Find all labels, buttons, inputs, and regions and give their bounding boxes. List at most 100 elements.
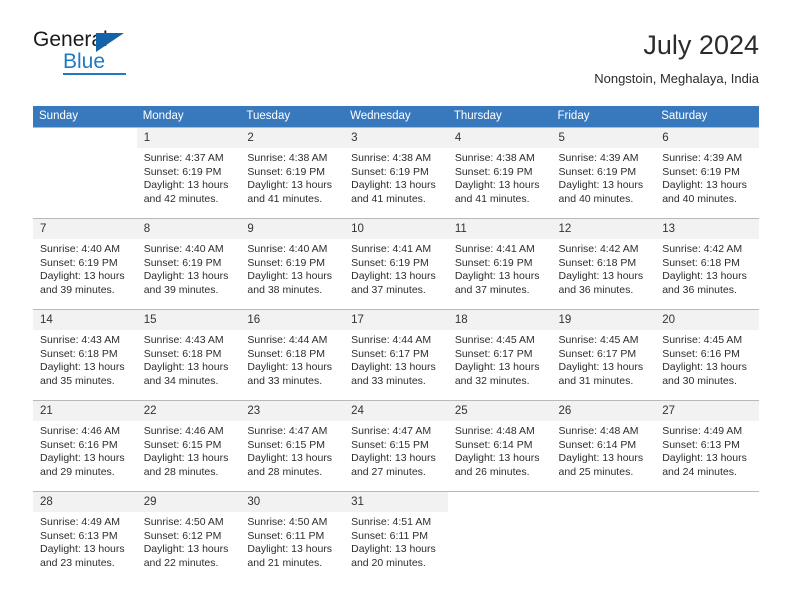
calendar-day-cell[interactable]: 5 Sunrise: 4:39 AM Sunset: 6:19 PM Daylight… <box>551 127 656 219</box>
day-cell-inner: 13 Sunrise: 4:42 AM Sunset: 6:18 PM Dayligh… <box>655 219 759 309</box>
daylight-duration-line1: Daylight: 13 hours <box>247 179 333 192</box>
sunset-time: Sunset: 6:19 PM <box>143 256 222 269</box>
day-number: 28 <box>33 492 137 512</box>
day-sun-info: Sunrise: 4:49 AM Sunset: 6:13 PM Daylight:… <box>655 421 759 479</box>
sunset-time: Sunset: 6:19 PM <box>143 165 222 178</box>
daylight-duration-line1: Daylight: 13 hours <box>40 452 125 465</box>
day-number: 13 <box>655 219 759 239</box>
day-sun-info: Sunrise: 4:41 AM Sunset: 6:19 PM Daylight:… <box>344 239 448 297</box>
day-number: 9 <box>240 219 345 239</box>
day-sun-info: Sunrise: 4:45 AM Sunset: 6:16 PM Daylight:… <box>655 330 759 388</box>
sunrise-time: Sunrise: 4:38 AM <box>247 152 328 164</box>
calendar-day-cell[interactable]: 30 Sunrise: 4:50 AM Sunset: 6:11 PM Dayligh… <box>240 491 345 582</box>
sunrise-time: Sunrise: 4:48 AM <box>558 425 639 437</box>
daylight-duration-line2: and 23 minutes. <box>40 556 115 569</box>
day-sun-info: Sunrise: 4:50 AM Sunset: 6:12 PM Daylight:… <box>137 512 241 570</box>
calendar-day-cell[interactable]: 26 Sunrise: 4:48 AM Sunset: 6:14 PM Dayligh… <box>551 400 656 492</box>
daylight-duration-line1: Daylight: 13 hours <box>662 179 747 192</box>
sunrise-time: Sunrise: 4:39 AM <box>662 152 743 164</box>
day-number: 16 <box>240 310 345 330</box>
sunrise-time: Sunrise: 4:42 AM <box>662 243 743 255</box>
day-cell-inner: 20 Sunrise: 4:45 AM Sunset: 6:16 PM Dayligh… <box>655 310 759 400</box>
weekday-header-wednesday: Wednesday <box>344 106 448 128</box>
calendar-day-cell[interactable]: 29 Sunrise: 4:50 AM Sunset: 6:12 PM Dayligh… <box>136 491 241 582</box>
day-sun-info: Sunrise: 4:48 AM Sunset: 6:14 PM Daylight:… <box>552 421 656 479</box>
calendar-day-cell[interactable]: 18 Sunrise: 4:45 AM Sunset: 6:17 PM Dayligh… <box>447 309 552 401</box>
calendar-day-cell[interactable]: 3 Sunrise: 4:38 AM Sunset: 6:19 PM Daylight… <box>344 127 448 219</box>
day-sun-info: Sunrise: 4:45 AM Sunset: 6:17 PM Daylight:… <box>448 330 552 388</box>
sunset-time: Sunset: 6:11 PM <box>351 529 428 542</box>
day-number: 8 <box>136 219 241 239</box>
daylight-duration-line1: Daylight: 13 hours <box>143 270 229 283</box>
calendar-day-cell[interactable]: 6 Sunrise: 4:39 AM Sunset: 6:19 PM Daylight… <box>655 127 759 219</box>
calendar-day-cell[interactable]: 31 Sunrise: 4:51 AM Sunset: 6:11 PM Dayligh… <box>344 491 448 582</box>
daylight-duration-line1: Daylight: 13 hours <box>351 543 436 556</box>
calendar-day-cell[interactable]: 25 Sunrise: 4:48 AM Sunset: 6:14 PM Dayligh… <box>447 400 552 492</box>
day-sun-info: Sunrise: 4:38 AM Sunset: 6:19 PM Daylight:… <box>344 148 448 206</box>
day-cell-inner <box>447 492 552 582</box>
day-number: 12 <box>551 219 656 239</box>
calendar-day-cell-empty <box>655 491 759 582</box>
day-number <box>33 128 137 148</box>
day-cell-inner: 29 Sunrise: 4:50 AM Sunset: 6:12 PM Dayligh… <box>136 492 241 582</box>
calendar-week-row: 7 Sunrise: 4:40 AM Sunset: 6:19 PM Daylight… <box>33 218 759 310</box>
weekday-header-monday: Monday <box>136 106 241 128</box>
daylight-duration-line1: Daylight: 13 hours <box>143 452 229 465</box>
calendar-day-cell[interactable]: 4 Sunrise: 4:38 AM Sunset: 6:19 PM Daylight… <box>447 127 552 219</box>
calendar-week-row: 28 Sunrise: 4:49 AM Sunset: 6:13 PM Dayligh… <box>33 491 759 582</box>
calendar-day-cell[interactable]: 14 Sunrise: 4:43 AM Sunset: 6:18 PM Dayligh… <box>33 309 137 401</box>
calendar-day-cell[interactable]: 2 Sunrise: 4:38 AM Sunset: 6:19 PM Daylight… <box>240 127 345 219</box>
sunrise-time: Sunrise: 4:45 AM <box>454 334 535 346</box>
daylight-duration-line1: Daylight: 13 hours <box>454 361 540 374</box>
daylight-duration-line2: and 38 minutes. <box>247 283 323 296</box>
day-sun-info: Sunrise: 4:40 AM Sunset: 6:19 PM Daylight:… <box>33 239 137 297</box>
calendar-day-cell[interactable]: 24 Sunrise: 4:47 AM Sunset: 6:15 PM Dayligh… <box>344 400 448 492</box>
calendar-day-cell[interactable]: 8 Sunrise: 4:40 AM Sunset: 6:19 PM Daylight… <box>136 218 241 310</box>
calendar-week-row: 14 Sunrise: 4:43 AM Sunset: 6:18 PM Dayligh… <box>33 309 759 401</box>
day-sun-info: Sunrise: 4:43 AM Sunset: 6:18 PM Daylight:… <box>33 330 137 388</box>
calendar-day-cell[interactable]: 9 Sunrise: 4:40 AM Sunset: 6:19 PM Daylight… <box>240 218 345 310</box>
day-cell-inner: 18 Sunrise: 4:45 AM Sunset: 6:17 PM Dayligh… <box>447 310 552 400</box>
calendar-day-cell[interactable]: 1 Sunrise: 4:37 AM Sunset: 6:19 PM Daylight… <box>136 127 241 219</box>
sunrise-time: Sunrise: 4:44 AM <box>351 334 432 346</box>
sunset-time: Sunset: 6:18 PM <box>662 256 740 269</box>
weekday-header-thursday: Thursday <box>447 106 552 128</box>
calendar-day-cell[interactable]: 17 Sunrise: 4:44 AM Sunset: 6:17 PM Dayligh… <box>344 309 448 401</box>
calendar-day-cell[interactable]: 16 Sunrise: 4:44 AM Sunset: 6:18 PM Dayligh… <box>240 309 345 401</box>
calendar-day-cell[interactable]: 15 Sunrise: 4:43 AM Sunset: 6:18 PM Dayligh… <box>136 309 241 401</box>
day-sun-info: Sunrise: 4:50 AM Sunset: 6:11 PM Daylight:… <box>240 512 344 570</box>
calendar-day-cell-empty <box>551 491 656 582</box>
calendar-day-cell[interactable]: 11 Sunrise: 4:41 AM Sunset: 6:19 PM Dayligh… <box>447 218 552 310</box>
calendar-day-cell[interactable]: 28 Sunrise: 4:49 AM Sunset: 6:13 PM Dayligh… <box>33 491 137 582</box>
day-sun-info: Sunrise: 4:51 AM Sunset: 6:11 PM Daylight:… <box>344 512 448 570</box>
day-number: 31 <box>344 492 448 512</box>
day-cell-inner <box>551 492 656 582</box>
calendar-day-cell[interactable]: 22 Sunrise: 4:46 AM Sunset: 6:15 PM Dayligh… <box>136 400 241 492</box>
daylight-duration-line2: and 20 minutes. <box>351 556 426 569</box>
day-cell-inner: 1 Sunrise: 4:37 AM Sunset: 6:19 PM Daylight… <box>136 128 241 218</box>
calendar-day-cell[interactable]: 13 Sunrise: 4:42 AM Sunset: 6:18 PM Dayligh… <box>655 218 759 310</box>
daylight-duration-line1: Daylight: 13 hours <box>351 452 436 465</box>
daylight-duration-line1: Daylight: 13 hours <box>558 179 644 192</box>
day-cell-inner: 5 Sunrise: 4:39 AM Sunset: 6:19 PM Daylight… <box>551 128 656 218</box>
calendar-day-cell[interactable]: 20 Sunrise: 4:45 AM Sunset: 6:16 PM Dayligh… <box>655 309 759 401</box>
calendar-day-cell[interactable]: 10 Sunrise: 4:41 AM Sunset: 6:19 PM Dayligh… <box>344 218 448 310</box>
calendar-day-cell[interactable]: 27 Sunrise: 4:49 AM Sunset: 6:13 PM Dayligh… <box>655 400 759 492</box>
day-number: 21 <box>33 401 137 421</box>
day-cell-inner: 8 Sunrise: 4:40 AM Sunset: 6:19 PM Daylight… <box>136 219 241 309</box>
calendar-day-cell[interactable]: 23 Sunrise: 4:47 AM Sunset: 6:15 PM Dayligh… <box>240 400 345 492</box>
day-cell-inner: 27 Sunrise: 4:49 AM Sunset: 6:13 PM Dayligh… <box>655 401 759 491</box>
daylight-duration-line1: Daylight: 13 hours <box>662 452 747 465</box>
weekday-header-saturday: Saturday <box>655 106 759 128</box>
day-sun-info: Sunrise: 4:46 AM Sunset: 6:16 PM Daylight:… <box>33 421 137 479</box>
daylight-duration-line2: and 36 minutes. <box>558 283 634 296</box>
weekday-header-friday: Friday <box>551 106 656 128</box>
daylight-duration-line1: Daylight: 13 hours <box>40 361 125 374</box>
calendar-day-cell[interactable]: 19 Sunrise: 4:45 AM Sunset: 6:17 PM Dayligh… <box>551 309 656 401</box>
calendar-day-cell[interactable]: 21 Sunrise: 4:46 AM Sunset: 6:16 PM Dayligh… <box>33 400 137 492</box>
page-title-month-year: July 2024 <box>643 30 759 60</box>
calendar-day-cell[interactable]: 12 Sunrise: 4:42 AM Sunset: 6:18 PM Dayligh… <box>551 218 656 310</box>
general-blue-logo[interactable]: General Blue <box>33 28 213 84</box>
calendar-day-cell[interactable]: 7 Sunrise: 4:40 AM Sunset: 6:19 PM Daylight… <box>33 218 137 310</box>
day-number: 23 <box>240 401 345 421</box>
